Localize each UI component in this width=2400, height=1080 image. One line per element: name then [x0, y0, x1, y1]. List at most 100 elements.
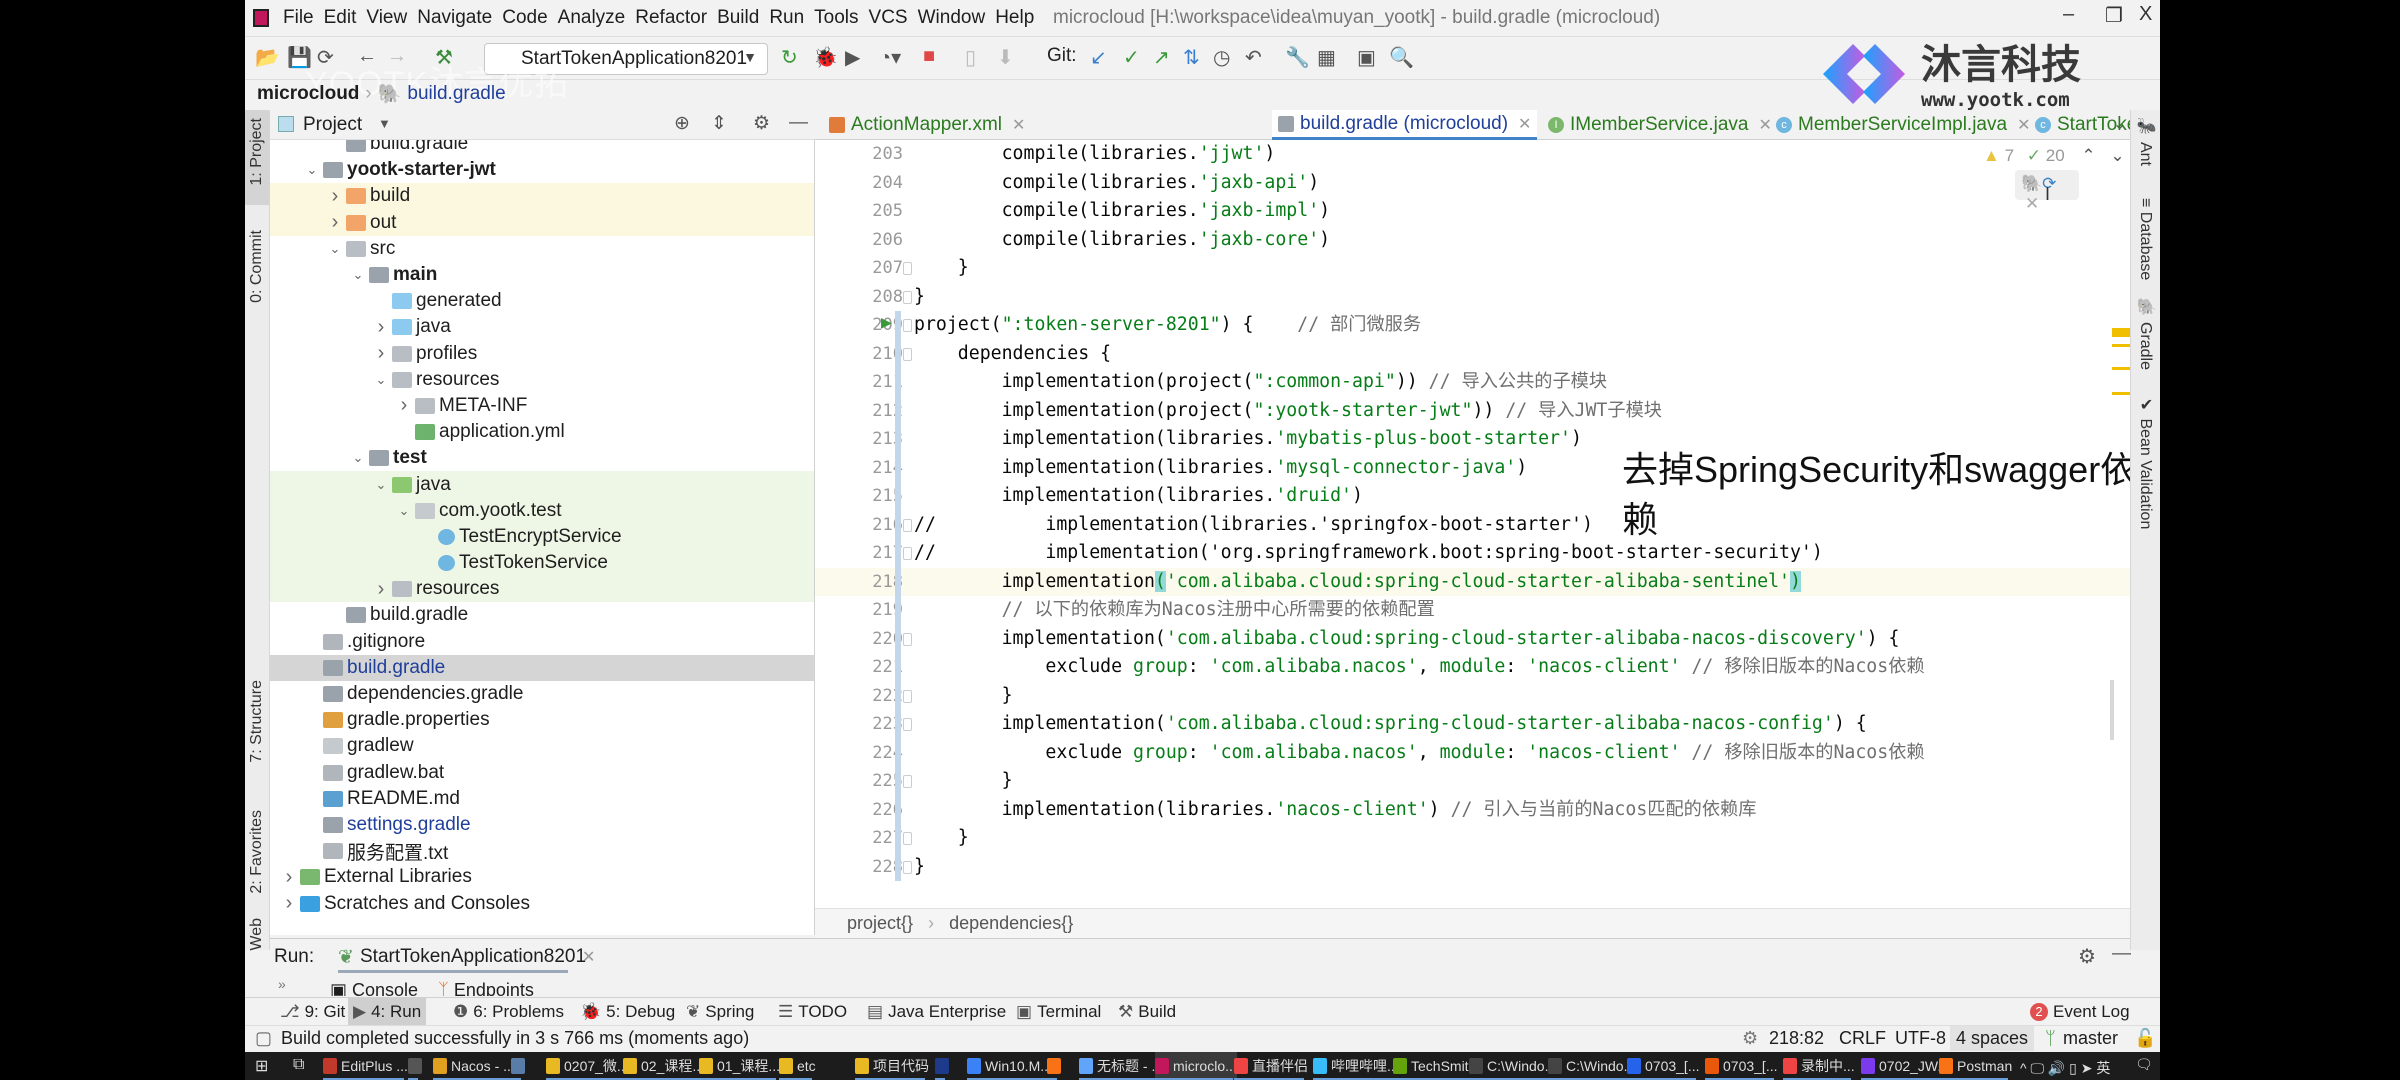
line-separator[interactable]: CRLF: [1839, 1028, 1886, 1049]
fold-marker-icon[interactable]: [903, 319, 912, 332]
tree-item[interactable]: TestEncryptService: [270, 523, 814, 550]
taskbar-app[interactable]: C:\Windo...: [1469, 1052, 1556, 1080]
taskbar-app[interactable]: [935, 1052, 949, 1080]
debug-icon[interactable]: 🐞: [813, 45, 838, 70]
tool-window-spring[interactable]: ❦ Spring: [681, 998, 759, 1026]
windows-start-icon[interactable]: ⊞: [255, 1056, 268, 1076]
tool-web[interactable]: Web: [248, 918, 266, 951]
tool-window-todo[interactable]: ☰ TODO: [773, 998, 852, 1026]
tool-database[interactable]: ≡ Database: [2136, 198, 2154, 280]
breadcrumb-project[interactable]: microcloud: [257, 83, 359, 105]
tree-item[interactable]: ⌄ src: [270, 236, 814, 262]
taskbar-app[interactable]: EditPlus ...: [323, 1052, 408, 1080]
tool-window-run[interactable]: ▶ 4: Run: [348, 998, 427, 1026]
run-tab[interactable]: ❦ StartTokenApplication8201: [338, 939, 586, 973]
project-panel-title[interactable]: Project: [303, 114, 362, 136]
editor-tab[interactable]: I IMemberService.java ✕: [1542, 110, 1778, 140]
editor-scrollbar[interactable]: [2110, 680, 2114, 740]
maximize-button[interactable]: ❐: [2105, 3, 2123, 28]
rollback-icon[interactable]: ↶: [1245, 45, 1262, 70]
tool-window-terminal[interactable]: ▣ Terminal: [1011, 998, 1106, 1026]
event-log-button[interactable]: 2 Event Log: [2025, 998, 2135, 1026]
tree-item[interactable]: ⌄ yootk-starter-jwt: [270, 157, 814, 183]
breadcrumb-dependencies-block[interactable]: dependencies{}: [949, 913, 1073, 933]
editor-tab[interactable]: build.gradle (microcloud) ✕: [1272, 110, 1538, 140]
chevron-down-icon[interactable]: ⌄: [393, 503, 415, 519]
fold-marker-icon[interactable]: [903, 632, 912, 646]
coverage-icon[interactable]: ▶: [845, 45, 860, 70]
chevron-down-icon[interactable]: ⌄: [347, 450, 369, 466]
profile-icon[interactable]: ◔▾: [879, 45, 901, 70]
tree-item[interactable]: ⌄ java: [270, 471, 814, 498]
tool-commit[interactable]: 0: Commit: [248, 230, 266, 303]
taskbar-app[interactable]: 0702_JW...: [1861, 1052, 1949, 1080]
git-commit-icon[interactable]: ✓: [1123, 45, 1140, 70]
menu-edit[interactable]: Edit: [324, 7, 357, 29]
project-structure-icon[interactable]: ▦: [1317, 45, 1336, 70]
search-icon[interactable]: 🔍: [1389, 45, 1414, 70]
menu-view[interactable]: View: [366, 7, 407, 29]
chevron-down-icon[interactable]: ▼: [378, 116, 391, 131]
tree-item[interactable]: build.gradle: [270, 602, 814, 628]
tree-item[interactable]: TestTokenService: [270, 550, 814, 577]
caret-position[interactable]: 218:82: [1769, 1028, 1824, 1049]
fold-marker-icon[interactable]: [903, 290, 912, 304]
chevron-right-icon[interactable]: ›: [324, 185, 346, 208]
menu-navigate[interactable]: Navigate: [417, 7, 492, 29]
rerun-icon[interactable]: ↻: [781, 45, 798, 70]
taskbar-app[interactable]: 0207_微...: [546, 1052, 629, 1080]
taskbar-app[interactable]: 录制中...: [1783, 1052, 1855, 1080]
next-highlight-icon[interactable]: ⌄: [2110, 146, 2124, 165]
stop-icon[interactable]: ■: [923, 45, 935, 68]
chevron-right-icon[interactable]: ›: [278, 866, 300, 889]
taskbar-app[interactable]: 01_课程...: [699, 1052, 780, 1080]
taskbar-app[interactable]: Win10.M...: [967, 1052, 1052, 1080]
file-encoding[interactable]: UTF-8: [1895, 1028, 1946, 1049]
tree-item[interactable]: › META-INF: [270, 393, 814, 419]
taskbar-app[interactable]: TechSmit...: [1393, 1052, 1480, 1080]
menu-run[interactable]: Run: [769, 7, 804, 29]
editor-tab[interactable]: ActionMapper.xml ✕: [823, 110, 1031, 140]
taskbar-app[interactable]: [511, 1052, 525, 1080]
tool-window-problems[interactable]: ❶ 6: Problems: [448, 998, 569, 1026]
taskbar-app[interactable]: 无标题 - ...: [1079, 1052, 1163, 1080]
tool-favorites[interactable]: 2: Favorites: [248, 810, 266, 894]
taskbar-app[interactable]: Postman: [1939, 1052, 2012, 1080]
menu-build[interactable]: Build: [717, 7, 759, 29]
fold-marker-icon[interactable]: [903, 347, 912, 361]
fold-marker-icon[interactable]: [903, 860, 912, 874]
tree-item[interactable]: settings.gradle: [270, 812, 814, 838]
close-icon[interactable]: ✕: [582, 947, 595, 967]
chevron-down-icon[interactable]: ⌄: [370, 372, 392, 388]
console-tab[interactable]: ▣ Console: [330, 980, 418, 996]
chevron-down-icon[interactable]: ⌄: [324, 241, 346, 257]
tree-item[interactable]: .gitignore: [270, 629, 814, 655]
tree-item[interactable]: gradlew.bat: [270, 760, 814, 786]
menu-code[interactable]: Code: [502, 7, 547, 29]
gradle-reload-icon[interactable]: 🐘⟳: [2021, 174, 2056, 193]
collapse-all-icon[interactable]: ⇕: [711, 112, 727, 135]
tree-item[interactable]: ⌄ resources: [270, 367, 814, 393]
fold-marker-icon[interactable]: [903, 518, 912, 532]
close-window-button[interactable]: X: [2139, 3, 2152, 26]
chevron-down-icon[interactable]: ⌄: [370, 477, 392, 493]
close-icon[interactable]: ✕: [2025, 194, 2039, 213]
menu-help[interactable]: Help: [995, 7, 1034, 29]
tool-bean-validation[interactable]: ✔ Bean Validation: [2136, 395, 2155, 529]
inspection-widget[interactable]: ▲ 7 ✓ 20 ⌃ ⌄: [1983, 146, 2125, 166]
tree-item[interactable]: gradle.properties: [270, 707, 814, 733]
tree-item[interactable]: › resources: [270, 576, 814, 603]
menu-tools[interactable]: Tools: [814, 7, 858, 29]
tool-window-build[interactable]: ⚒ Build: [1113, 998, 1181, 1026]
tree-item[interactable]: generated: [270, 288, 814, 314]
inspection-status-icon[interactable]: ⚙: [1742, 1028, 1758, 1049]
status-panel-icon[interactable]: ▢: [255, 1028, 272, 1049]
taskbar-app[interactable]: 0703_[...: [1705, 1052, 1778, 1080]
hide-minus-icon[interactable]: —: [789, 112, 808, 134]
tree-item[interactable]: › External Libraries: [270, 864, 814, 890]
chevron-right-icon[interactable]: ›: [278, 892, 300, 915]
tree-item[interactable]: application.yml: [270, 419, 814, 445]
breadcrumb-project-block[interactable]: project{}: [847, 913, 913, 933]
taskbar-app[interactable]: 0703_[...: [1627, 1052, 1700, 1080]
close-tab-icon[interactable]: ✕: [1012, 115, 1025, 135]
